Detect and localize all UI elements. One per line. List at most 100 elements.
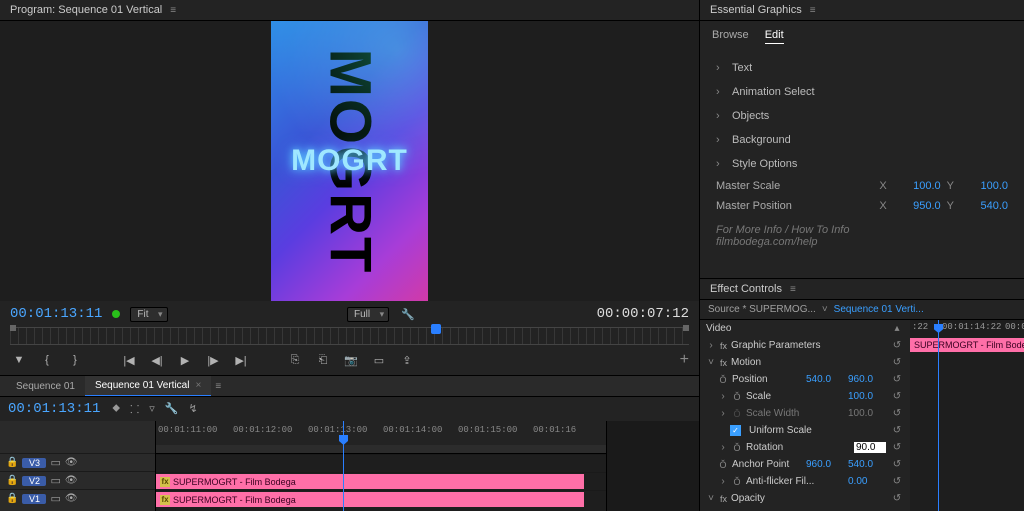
stopwatch-icon[interactable]: Ŏ — [732, 477, 742, 487]
toggle-output-icon[interactable]: ▭ — [50, 474, 60, 487]
lift-icon[interactable]: ⎘ — [286, 351, 304, 369]
time-ruler[interactable]: 00:01:11:00 00:01:12:00 00:01:13:00 00:0… — [156, 421, 606, 454]
timeline-tracks[interactable]: 00:01:11:00 00:01:12:00 00:01:13:00 00:0… — [156, 421, 606, 511]
track-v3[interactable] — [156, 454, 606, 472]
prop-uniform-scale[interactable]: ✓Uniform Scale↺ — [700, 422, 910, 439]
marker-icon[interactable]: ▿ — [149, 402, 155, 417]
go-to-in-icon[interactable]: |◀ — [120, 351, 138, 369]
eg-section-objects[interactable]: Objects — [702, 104, 1022, 128]
panel-menu-icon[interactable]: ≡ — [810, 5, 815, 16]
track-label[interactable]: V2 — [22, 476, 46, 486]
reset-icon[interactable]: ↺ — [890, 374, 904, 385]
track-header-v1[interactable]: 🔒 V1 ▭ 👁 — [0, 489, 155, 507]
anchor-y[interactable]: 540.0 — [848, 459, 886, 470]
eg-section-animation[interactable]: Animation Select — [702, 80, 1022, 104]
tab-sequence-01[interactable]: Sequence 01 — [6, 377, 85, 396]
eye-icon[interactable]: 👁 — [65, 493, 78, 504]
step-forward-icon[interactable]: |▶ — [204, 351, 222, 369]
program-scrub-bar[interactable] — [10, 327, 689, 345]
eg-info-link[interactable]: filmbodega.com/help — [716, 236, 1008, 248]
eg-section-text[interactable]: Text — [702, 56, 1022, 80]
timeline-timecode[interactable]: 00:01:13:11 — [8, 401, 100, 417]
clip-v1[interactable]: fxSUPERMOGRT - Film Bodega — [156, 492, 584, 507]
ec-sequence[interactable]: Sequence 01 Verti... — [834, 304, 924, 315]
ec-clip[interactable]: SUPERMOGRT - Film Bodega — [910, 338, 1024, 352]
lock-icon[interactable]: 🔒 — [6, 475, 18, 486]
reset-icon[interactable]: ↺ — [890, 476, 904, 487]
mark-in-icon[interactable]: { — [38, 351, 56, 369]
ec-playhead[interactable] — [938, 320, 939, 511]
prop-video[interactable]: Video▴ — [700, 320, 910, 337]
prop-motion[interactable]: ˅fxMotion↺ — [700, 354, 910, 371]
add-marker-icon[interactable]: ▼ — [10, 351, 28, 369]
comparison-view-icon[interactable]: ▭ — [370, 351, 388, 369]
eye-icon[interactable]: 👁 — [65, 457, 78, 468]
reset-icon[interactable]: ↺ — [890, 493, 904, 504]
track-label[interactable]: V3 — [22, 458, 46, 468]
reset-icon[interactable]: ↺ — [890, 442, 904, 453]
close-tab-icon[interactable]: × — [195, 380, 201, 391]
eg-tab-browse[interactable]: Browse — [712, 27, 749, 44]
step-back-icon[interactable]: ◀| — [148, 351, 166, 369]
fx-icon[interactable]: ↯ — [188, 402, 197, 417]
snap-icon[interactable]: ⬥ — [112, 402, 120, 417]
program-playhead[interactable] — [431, 324, 441, 334]
prop-antiflicker[interactable]: ›ŎAnti-flicker Fil...0.00↺ — [700, 473, 910, 490]
master-scale-y[interactable]: 100.0 — [956, 180, 1008, 192]
prop-scale[interactable]: ›ŎScale100.0↺ — [700, 388, 910, 405]
reset-icon[interactable]: ↺ — [890, 425, 904, 436]
ec-timeline[interactable]: :22 00:01:14:22 00:01 SUPERMOGRT - Film … — [910, 320, 1024, 511]
reset-icon[interactable]: ↺ — [890, 340, 904, 351]
linked-selection-icon[interactable]: ⸬ — [130, 402, 139, 417]
extract-icon[interactable]: ⎗ — [314, 351, 332, 369]
prop-opacity[interactable]: ˅fxOpacity↺ — [700, 490, 910, 507]
timeline-playhead[interactable] — [343, 421, 344, 511]
stopwatch-icon[interactable]: Ŏ — [732, 443, 742, 453]
eye-icon[interactable]: 👁 — [65, 475, 78, 486]
reset-icon[interactable]: ↺ — [890, 459, 904, 470]
reset-icon[interactable]: ↺ — [890, 408, 904, 419]
wrench-icon[interactable]: 🔧 — [399, 305, 417, 323]
toggle-output-icon[interactable]: ▭ — [50, 492, 60, 505]
dropped-frame-indicator[interactable] — [112, 310, 120, 318]
ec-ruler[interactable]: :22 00:01:14:22 00:01 — [910, 320, 1024, 339]
reset-icon[interactable]: ↺ — [890, 357, 904, 368]
go-to-out-icon[interactable]: ▶| — [232, 351, 250, 369]
prop-rotation[interactable]: ›ŎRotation90.0↺ — [700, 439, 910, 456]
ec-source[interactable]: Source * SUPERMOG... — [708, 304, 816, 315]
rotation-input[interactable]: 90.0 — [854, 442, 886, 453]
anchor-x[interactable]: 960.0 — [806, 459, 844, 470]
program-timecode-right[interactable]: 00:00:07:12 — [597, 306, 689, 322]
track-v2[interactable]: fxSUPERMOGRT - Film Bodega — [156, 472, 606, 490]
track-header-v3[interactable]: 🔒 V3 ▭ 👁 — [0, 453, 155, 471]
program-timecode-left[interactable]: 00:01:13:11 — [10, 306, 102, 322]
master-position-x[interactable]: 950.0 — [889, 200, 941, 212]
checkbox-icon[interactable]: ✓ — [730, 425, 741, 436]
prop-position[interactable]: ŎPosition540.0960.0↺ — [700, 371, 910, 388]
prop-graphic-params[interactable]: ›fxGraphic Parameters↺ — [700, 337, 910, 354]
scale-value[interactable]: 100.0 — [848, 391, 886, 402]
zoom-dropdown[interactable]: Fit — [130, 307, 167, 322]
button-editor-icon[interactable]: + — [680, 351, 689, 369]
mark-out-icon[interactable]: } — [66, 351, 84, 369]
reset-icon[interactable]: ↺ — [890, 391, 904, 402]
panel-menu-icon[interactable]: ≡ — [170, 5, 175, 16]
tab-sequence-01-vertical[interactable]: Sequence 01 Vertical× — [85, 376, 211, 396]
toggle-output-icon[interactable]: ▭ — [50, 456, 60, 469]
lock-icon[interactable]: 🔒 — [6, 457, 18, 468]
export-frame-icon[interactable]: 📷 — [342, 351, 360, 369]
eg-tab-edit[interactable]: Edit — [765, 27, 784, 44]
antiflicker-value[interactable]: 0.00 — [848, 476, 886, 487]
panel-menu-icon[interactable]: ≡ — [215, 381, 220, 392]
keyframe-nav-icon[interactable]: ▴ — [890, 323, 904, 334]
lock-icon[interactable]: 🔒 — [6, 493, 18, 504]
prop-anchor[interactable]: ŎAnchor Point960.0540.0↺ — [700, 456, 910, 473]
position-y[interactable]: 960.0 — [848, 374, 886, 385]
settings-icon[interactable]: 🔧 — [165, 402, 179, 417]
position-x[interactable]: 540.0 — [806, 374, 844, 385]
play-icon[interactable]: ▶ — [176, 351, 194, 369]
master-scale-x[interactable]: 100.0 — [889, 180, 941, 192]
audio-meter[interactable] — [606, 421, 699, 511]
master-position-y[interactable]: 540.0 — [956, 200, 1008, 212]
share-icon[interactable]: ⇪ — [398, 351, 416, 369]
